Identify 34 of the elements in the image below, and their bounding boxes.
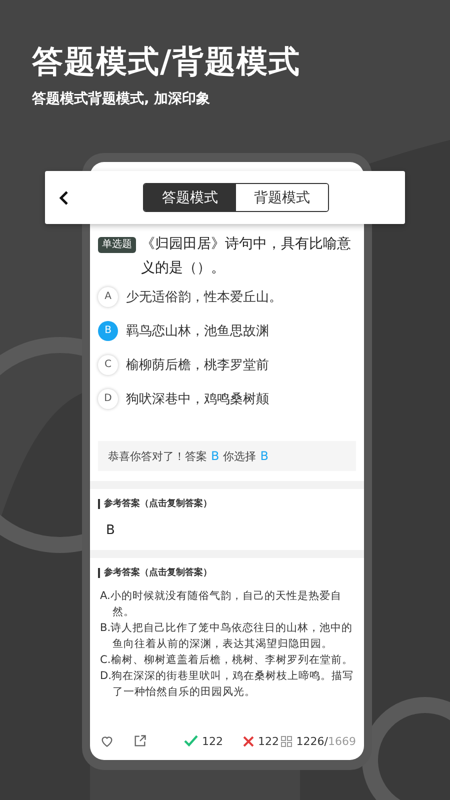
- cross-icon: [243, 736, 254, 746]
- mode-tab[interactable]: 答题模式: [144, 184, 236, 211]
- promo-title: 答题模式/背题模式: [32, 43, 302, 82]
- section-heading[interactable]: 参考答案（点击复制答案）: [98, 568, 364, 578]
- option-text[interactable]: 少无适俗韵，性本爱丘山。: [126, 288, 282, 306]
- check-icon: [184, 735, 198, 747]
- number-separator: /: [324, 734, 328, 748]
- total-number: 1669: [328, 734, 356, 748]
- share-icon[interactable]: [133, 734, 147, 748]
- explanation-line: A.小的时候就没有随俗气韵，自己的天性是热爱自然。: [100, 589, 342, 620]
- promo-subtitle: 答题模式背题模式, 加深印象: [32, 90, 212, 108]
- explanation-line: B.诗人把自己比作了笼中鸟依恋往日的山林，池中的鱼向往着从前的深渊，表达其渴望归隐田园。: [100, 621, 354, 652]
- question-text: 《归园田居》诗句中，具有比喻意义的是（）。: [141, 235, 352, 278]
- option-letter[interactable]: C: [98, 354, 118, 374]
- explanation-line: C.榆树、柳树遮盖着后檐，桃树、李树罗列在堂前。: [100, 653, 354, 668]
- option-text[interactable]: 羁鸟恋山林，池鱼思故渊: [126, 322, 269, 340]
- option-letter[interactable]: D: [98, 388, 118, 408]
- answer-text: B: [106, 523, 116, 538]
- correct-count: 122: [202, 734, 223, 748]
- wrong-count: 122: [258, 734, 279, 748]
- option-letter[interactable]: A: [98, 286, 118, 306]
- option-text[interactable]: 狗吠深巷中，鸡鸣桑树颠: [126, 390, 269, 408]
- explanation-line: D.狗在深深的街巷里吠叫，鸡在桑树枝上啼鸣。描写了一种怡然自乐的田园风光。: [100, 669, 355, 700]
- heart-icon[interactable]: [100, 734, 114, 748]
- result-message: 恭喜你答对了！答案: [108, 448, 207, 464]
- correct-answer: B: [211, 449, 220, 463]
- back-icon[interactable]: [59, 190, 69, 206]
- section-heading[interactable]: 参考答案（点击复制答案）: [98, 499, 364, 509]
- chosen-label: 你选择: [223, 448, 256, 464]
- option-text[interactable]: 榆柳荫后檐，桃李罗堂前: [126, 356, 269, 374]
- grid-icon[interactable]: [281, 736, 292, 746]
- chosen-answer: B: [260, 449, 268, 463]
- current-number: 1226: [296, 734, 324, 748]
- question-type-tag: 单选题: [98, 237, 136, 253]
